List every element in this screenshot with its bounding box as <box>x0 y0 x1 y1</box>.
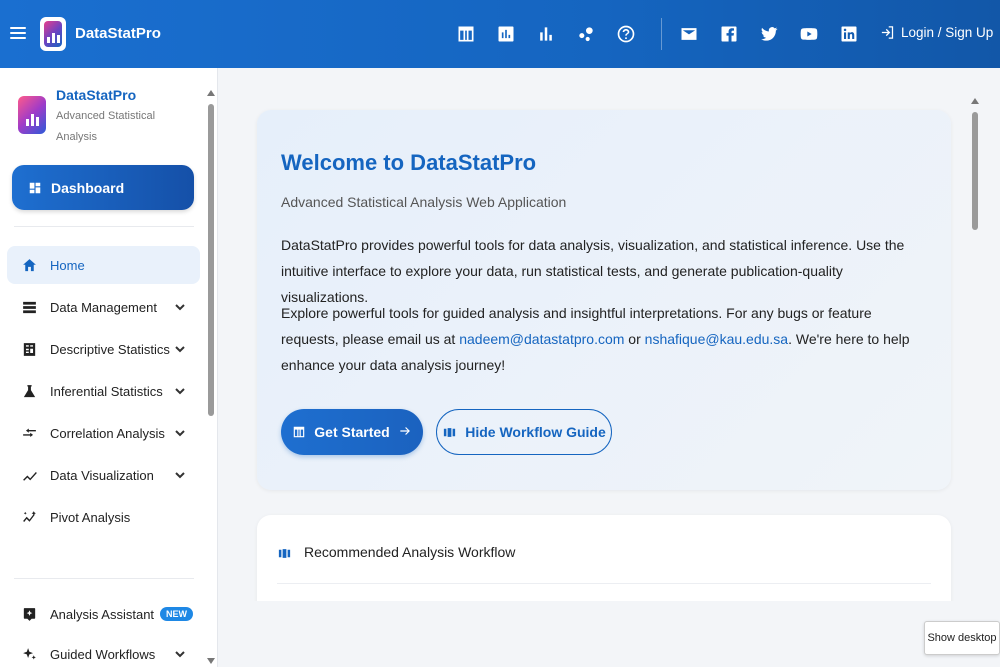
sidebar-divider <box>14 578 194 579</box>
view-column-icon <box>277 546 292 561</box>
chevron-down-icon[interactable] <box>174 648 186 660</box>
workflow-title: Recommended Analysis Workflow <box>304 544 516 560</box>
sidebar-item-home[interactable]: Home <box>7 246 200 284</box>
column-chart-icon[interactable] <box>534 22 558 46</box>
sparkle-icon <box>20 645 38 663</box>
mail-icon[interactable] <box>677 22 701 46</box>
sidebar-item-label: Home <box>50 257 85 273</box>
sidebar-item-label: Descriptive Statistics <box>50 341 170 357</box>
sidebar-logo <box>18 96 46 134</box>
login-label: Login / Sign Up <box>901 25 994 40</box>
hide-workflow-guide-label: Hide Workflow Guide <box>465 424 606 440</box>
compare-arrows-icon <box>20 424 38 442</box>
view-column-icon <box>444 427 456 437</box>
show-desktop-tooltip: Show desktop <box>924 621 1000 655</box>
menu-icon[interactable] <box>10 24 26 44</box>
welcome-title: Welcome to DataStatPro <box>281 150 537 175</box>
dashboard-button[interactable]: Dashboard <box>12 165 194 210</box>
app-logo[interactable] <box>40 17 66 51</box>
sidebar-divider <box>14 226 194 227</box>
welcome-subtitle: Advanced Statistical Analysis Web Applic… <box>281 194 567 210</box>
scatter-icon[interactable] <box>574 22 598 46</box>
welcome-description: DataStatPro provides powerful tools for … <box>281 237 905 305</box>
calculator-icon <box>20 340 38 358</box>
sidebar-item-label: Data Management <box>50 299 157 315</box>
sidebar-item-label: Guided Workflows <box>50 646 156 662</box>
scroll-up-arrow[interactable] <box>207 90 215 96</box>
scroll-up-arrow[interactable] <box>971 98 979 104</box>
sidebar-item-inferential-statistics[interactable]: Inferential Statistics <box>7 372 200 410</box>
sidebar-scrollbar[interactable] <box>207 86 215 666</box>
arrow-right-icon <box>398 424 412 441</box>
hide-workflow-guide-button[interactable]: Hide Workflow Guide <box>436 409 612 455</box>
sidebar-item-label: Pivot Analysis <box>50 509 131 525</box>
dashboard-icon <box>29 182 41 193</box>
sidebar-item-label: Correlation Analysis <box>50 425 165 441</box>
chevron-down-icon[interactable] <box>174 343 186 355</box>
sidebar-item-descriptive-statistics[interactable]: Descriptive Statistics <box>7 330 200 368</box>
line-chart-icon <box>20 466 38 484</box>
table-icon[interactable] <box>454 22 478 46</box>
help-icon[interactable] <box>614 22 638 46</box>
storage-icon <box>20 298 38 316</box>
chevron-down-icon[interactable] <box>174 301 186 313</box>
sidebar-app-subtitle: Advanced Statistical Analysis <box>56 110 156 143</box>
linkedin-icon[interactable] <box>837 22 861 46</box>
chevron-down-icon[interactable] <box>174 469 186 481</box>
twitter-icon[interactable] <box>757 22 781 46</box>
login-icon <box>881 26 894 39</box>
get-started-button[interactable]: Get Started <box>281 409 423 455</box>
sidebar-item-data-visualization[interactable]: Data Visualization <box>7 456 200 494</box>
sidebar-app-title: DataStatPro <box>56 87 137 103</box>
viewport-bottom <box>219 601 1000 667</box>
sidebar-item-guided-workflows[interactable]: Guided Workflows <box>7 635 200 667</box>
scrollbar-thumb[interactable] <box>972 112 978 230</box>
main-scrollbar[interactable] <box>969 94 981 667</box>
flask-icon <box>20 382 38 400</box>
workflow-divider <box>277 583 931 584</box>
top-app-bar: DataStatPro Login / Sign Up <box>0 0 1000 68</box>
get-started-label: Get Started <box>314 424 390 440</box>
sidebar-item-label: Analysis Assistant <box>50 606 155 622</box>
chevron-down-icon[interactable] <box>174 427 186 439</box>
sidebar-item-label: Data Visualization <box>50 467 154 483</box>
facebook-icon[interactable] <box>717 22 741 46</box>
sidebar-item-correlation-analysis[interactable]: Correlation Analysis <box>7 414 200 452</box>
dashboard-label: Dashboard <box>51 179 125 196</box>
home-icon <box>20 256 38 274</box>
sidebar-item-label: Inferential Statistics <box>50 383 163 399</box>
app-brand-name[interactable]: DataStatPro <box>75 25 161 42</box>
scrollbar-thumb[interactable] <box>208 104 214 416</box>
login-signup-button[interactable]: Login / Sign Up <box>880 25 993 40</box>
chevron-down-icon[interactable] <box>174 385 186 397</box>
scroll-down-arrow[interactable] <box>207 658 215 664</box>
pivot-icon <box>20 508 38 526</box>
toolbar-divider <box>661 18 662 50</box>
youtube-icon[interactable] <box>797 22 821 46</box>
email-link-nadeem[interactable]: nadeem@datastatpro.com <box>459 331 624 347</box>
table-icon <box>294 426 305 438</box>
sidebar-item-data-management[interactable]: Data Management <box>7 288 200 326</box>
bar-chart-icon[interactable] <box>494 22 518 46</box>
welcome-card: Welcome to DataStatPro Advanced Statisti… <box>257 110 951 490</box>
new-badge: NEW <box>160 607 194 621</box>
sidebar-item-analysis-assistant[interactable]: Analysis Assistant NEW <box>7 595 200 633</box>
email-link-nshafique[interactable]: nshafique@kau.edu.sa <box>645 331 788 347</box>
contact-text-mid: or <box>624 331 645 347</box>
sidebar: DataStatPro Advanced Statistical Analysi… <box>0 68 218 667</box>
sidebar-item-pivot-analysis[interactable]: Pivot Analysis <box>7 498 200 536</box>
welcome-contact-text: Explore powerful tools for guided analys… <box>281 300 931 378</box>
assistant-icon <box>20 605 38 623</box>
main-content: Welcome to DataStatPro Advanced Statisti… <box>219 68 1000 667</box>
